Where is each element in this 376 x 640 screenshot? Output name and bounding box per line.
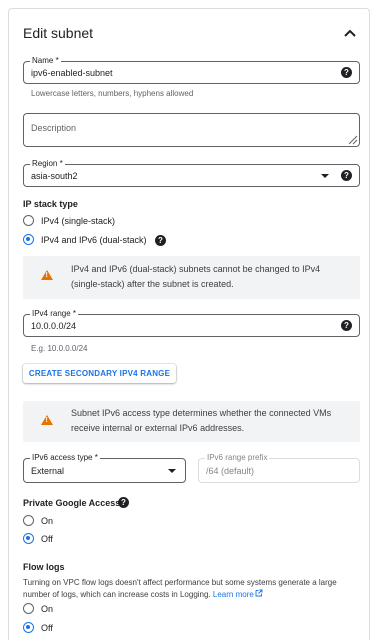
- region-value: asia-south2: [31, 171, 78, 181]
- radio-pga-on[interactable]: [23, 515, 34, 526]
- radio-ipv4-single[interactable]: [23, 215, 34, 226]
- flow-logs-description: Turning on VPC flow logs doesn't affect …: [23, 577, 363, 601]
- learn-more-label: Learn more: [212, 590, 254, 599]
- name-value: ipv6-enabled-subnet: [31, 68, 113, 78]
- ipv4-range-value: 10.0.0.0/24: [31, 321, 77, 331]
- radio-pga-off[interactable]: [23, 533, 34, 544]
- ipv6-access-notice: ! Subnet IPv6 access type determines whe…: [23, 401, 360, 442]
- ipv4-range-hint: E.g. 10.0.0.0/24: [31, 344, 88, 353]
- ipv6-access-type-label: IPv6 access type *: [30, 452, 100, 464]
- radio-dual-stack-label: IPv4 and IPv6 (dual-stack): [41, 235, 147, 245]
- name-field[interactable]: Name * ipv6-enabled-subnet ?: [23, 55, 360, 84]
- name-label: Name *: [30, 55, 61, 67]
- radio-pga-off-label: Off: [41, 534, 53, 544]
- name-hint: Lowercase letters, numbers, hyphens allo…: [31, 89, 194, 98]
- dual-stack-notice-text: IPv4 and IPv6 (dual-stack) subnets canno…: [71, 264, 321, 289]
- warning-icon: !: [41, 415, 53, 425]
- ipv6-access-type-select[interactable]: IPv6 access type * External: [23, 452, 186, 483]
- resize-handle-icon[interactable]: [348, 135, 358, 145]
- radio-dual-stack[interactable]: [23, 234, 34, 245]
- dual-stack-notice: ! IPv4 and IPv6 (dual-stack) subnets can…: [23, 256, 360, 299]
- radio-ipv4-single-label: IPv4 (single-stack): [41, 216, 116, 226]
- external-link-icon: [255, 589, 263, 597]
- flow-logs-description-text: Turning on VPC flow logs doesn't affect …: [23, 578, 337, 599]
- help-icon[interactable]: ?: [341, 170, 352, 181]
- warning-icon: !: [41, 270, 53, 280]
- description-placeholder: Description: [31, 123, 77, 133]
- radio-flow-logs-off[interactable]: [23, 622, 34, 633]
- ipv6-range-prefix-field: IPv6 range prefix /64 (default): [198, 452, 360, 483]
- help-icon[interactable]: ?: [155, 235, 166, 246]
- radio-flow-logs-on-label: On: [41, 604, 54, 614]
- radio-flow-logs-on[interactable]: [23, 603, 34, 614]
- ipv6-access-notice-text: Subnet IPv6 access type determines wheth…: [71, 408, 332, 433]
- radio-pga-on-label: On: [41, 516, 54, 526]
- create-secondary-range-button[interactable]: CREATE SECONDARY IPV4 RANGE: [23, 364, 176, 383]
- region-select[interactable]: Region * asia-south2 ?: [23, 158, 360, 187]
- ip-stack-title: IP stack type: [23, 199, 78, 209]
- chevron-up-icon[interactable]: [342, 26, 358, 40]
- learn-more-link[interactable]: Learn more: [212, 589, 263, 599]
- ipv4-range-field[interactable]: IPv4 range * 10.0.0.0/24 ?: [23, 308, 360, 337]
- dropdown-arrow-icon: [168, 469, 176, 473]
- help-icon[interactable]: ?: [118, 497, 129, 508]
- ipv6-range-prefix-label: IPv6 range prefix: [205, 452, 270, 464]
- help-icon[interactable]: ?: [341, 67, 352, 78]
- dropdown-arrow-icon: [321, 174, 329, 178]
- ipv6-range-prefix-value: /64 (default): [206, 466, 255, 476]
- help-icon[interactable]: ?: [341, 320, 352, 331]
- radio-flow-logs-off-label: Off: [41, 623, 53, 633]
- flow-logs-title: Flow logs: [23, 562, 65, 572]
- panel-title: Edit subnet: [23, 25, 94, 41]
- private-google-access-title: Private Google Access: [23, 498, 121, 508]
- ipv4-range-label: IPv4 range *: [30, 308, 79, 320]
- region-label: Region *: [30, 158, 65, 170]
- ipv6-access-type-value: External: [31, 466, 65, 476]
- description-field[interactable]: Description: [23, 113, 360, 147]
